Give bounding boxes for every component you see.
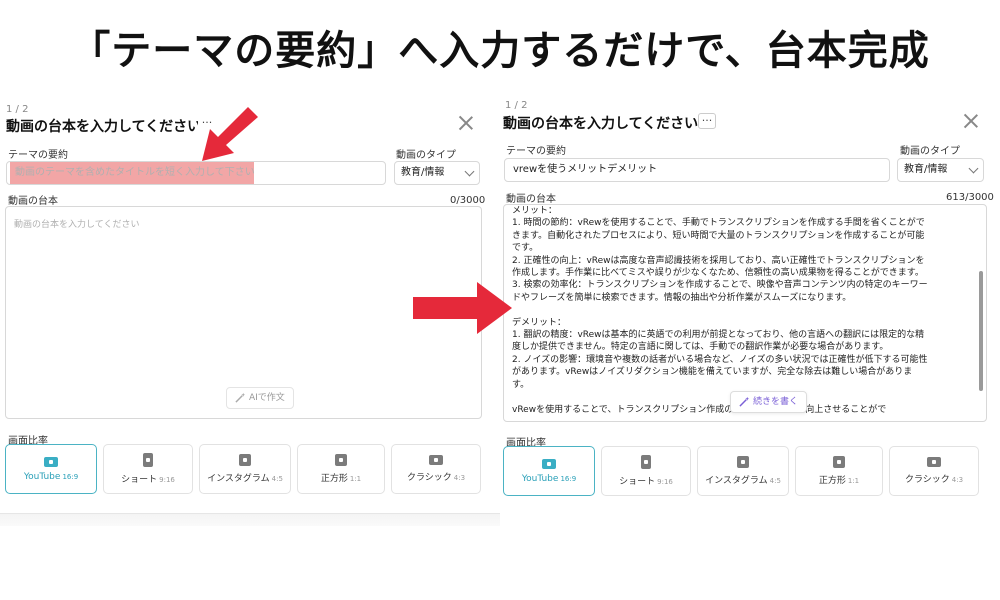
ratio-name: YouTube — [521, 473, 559, 484]
ai-write-button[interactable]: AIで作文 — [226, 387, 294, 409]
dialog-filled: 1 / 2 動画の台本を入力してください ··· テーマの要約 vrewを使うメ… — [500, 96, 1000, 526]
right-arrow-icon — [413, 282, 512, 334]
more-options-button[interactable]: ··· — [698, 113, 716, 129]
square-icon — [335, 454, 347, 466]
ratio-aspect: 16:9 — [560, 474, 577, 483]
step-indicator: 1 / 2 — [505, 100, 528, 111]
magic-wand-icon — [235, 392, 246, 403]
script-line: 2. ノイズの影響：環境音や複数の話者がいる場合など、ノイズの多い状況では正確性… — [512, 354, 928, 365]
ratio-option-youtube[interactable]: YouTube 16:9 — [503, 446, 595, 496]
ratio-name: インスタグラム — [705, 476, 768, 486]
script-label: 動画の台本 — [506, 194, 556, 205]
script-textarea[interactable]: 動画の台本を入力してください AIで作文 — [5, 206, 482, 419]
ratio-option-instagram[interactable]: インスタグラム 4:5 — [199, 444, 291, 494]
script-placeholder: 動画の台本を入力してください — [14, 220, 140, 230]
dialog-title: 動画の台本を入力してください — [503, 116, 699, 132]
ratio-name: YouTube — [23, 471, 61, 482]
ratio-option-square[interactable]: 正方形 1:1 — [795, 446, 883, 496]
shorts-icon — [143, 453, 153, 467]
chevron-down-icon — [464, 166, 475, 177]
instagram-icon — [239, 454, 251, 466]
script-line: デメリット： — [512, 317, 567, 328]
magic-wand-icon — [739, 396, 750, 407]
ratio-aspect: 1:1 — [847, 477, 860, 485]
ratio-option-instagram[interactable]: インスタグラム 4:5 — [697, 446, 789, 496]
video-type-label: 動画のタイプ — [900, 146, 960, 157]
ratio-option-shorts[interactable]: ショート 9:16 — [103, 444, 193, 494]
theme-value: vrewを使うメリットデメリット — [513, 164, 658, 175]
video-type-select[interactable]: 教育/情報 — [897, 158, 984, 182]
ratio-name: 正方形 — [818, 476, 846, 486]
chevron-down-icon — [968, 163, 979, 174]
theme-label: テーマの要約 — [8, 150, 68, 161]
ratio-option-youtube[interactable]: YouTube 16:9 — [5, 444, 97, 494]
ratio-options: YouTube 16:9 ショート 9:16 インスタグラム 4:5 正方形 1:1 クラシック… — [503, 446, 979, 496]
headline: 「テーマの要約」へ入力するだけで、台本完成 — [70, 28, 930, 74]
script-textarea[interactable]: メリット： 1. 時間の節約：vRewを使用することで、手動でトランスクリプション… — [503, 204, 987, 422]
ratio-name: 正方形 — [320, 474, 348, 484]
ratio-aspect: 1:1 — [349, 475, 362, 483]
ratio-option-classic[interactable]: クラシック 4:3 — [391, 444, 481, 494]
script-content: メリット： 1. 時間の節約：vRewを使用することで、手動でトランスクリプション… — [512, 205, 974, 416]
shorts-icon — [641, 455, 651, 469]
classic-icon — [429, 455, 443, 465]
ratio-option-shorts[interactable]: ショート 9:16 — [601, 446, 691, 496]
scrollbar[interactable] — [979, 271, 983, 391]
video-type-label: 動画のタイプ — [396, 150, 456, 161]
dialog-title: 動画の台本を入力してください — [6, 119, 202, 135]
classic-icon — [927, 457, 941, 467]
ratio-aspect: 9:16 — [159, 476, 175, 484]
theme-placeholder: 動画のテーマを含めたタイトルを短く入力して下さい — [15, 167, 255, 178]
ratio-options: YouTube 16:9 ショート 9:16 インスタグラム 4:5 正方形 1:1 クラシック… — [5, 444, 481, 494]
theme-input[interactable]: vrewを使うメリットデメリット — [504, 158, 890, 182]
ratio-aspect: 9:16 — [657, 478, 673, 486]
script-line: 作成します。手作業に比べてミスや誤りが少なくなため、信頼性の高い成果物を得ること… — [512, 268, 924, 279]
script-line: す。 — [512, 379, 530, 390]
script-line: 3. 検索の効率化：トランスクリプションを作成することで、映像や音声コンテンツ内… — [512, 280, 928, 291]
ratio-name: ショート — [121, 475, 158, 485]
char-counter: 0/3000 — [450, 195, 486, 206]
diagonal-arrow-icon — [202, 107, 258, 161]
ratio-name: クラシック — [904, 475, 950, 485]
continue-writing-button[interactable]: 続きを書く — [730, 391, 808, 413]
script-line: 度しか提供できません。特定の言語に関しては、手動での翻訳作業が必要な場合がありま… — [512, 342, 889, 353]
script-line: 2. 正確性の向上：vRewは高度な音声認識技術を採用しており、高い正確性でトラ… — [512, 255, 925, 266]
char-counter: 613/3000 — [946, 192, 994, 203]
close-icon[interactable] — [960, 110, 982, 132]
script-line: ドやフレーズを簡単に検索できます。情報の抽出や分析作業がスムーズになります。 — [512, 292, 852, 303]
script-line: です。 — [512, 243, 539, 254]
youtube-icon — [542, 458, 556, 469]
instagram-icon — [737, 456, 749, 468]
youtube-icon — [44, 456, 58, 467]
ratio-option-square[interactable]: 正方形 1:1 — [297, 444, 385, 494]
ratio-aspect: 4:5 — [271, 475, 283, 483]
script-line: 1. 時間の節約：vRewを使用することで、手動でトランスクリプションを作成する… — [512, 218, 925, 229]
ratio-aspect: 16:9 — [62, 472, 79, 481]
theme-label: テーマの要約 — [506, 146, 566, 157]
ratio-aspect: 4:3 — [951, 476, 964, 484]
ratio-aspect: 4:3 — [453, 474, 466, 482]
square-icon — [833, 456, 845, 468]
video-type-value: 教育/情報 — [904, 164, 948, 175]
script-line: きます。自動化されたプロセスにより、短い時間で大量のトランスクリプションを作成す… — [512, 230, 925, 241]
script-line: 1. 翻訳の精度：vRewは基本的に英語での利用が前提となっており、他の言語への… — [512, 330, 925, 341]
close-icon[interactable] — [455, 112, 477, 134]
script-label: 動画の台本 — [8, 196, 58, 207]
script-line: があります。vRewはノイズリダクション機能を備えていますが、完全な除去は難しい… — [512, 367, 913, 378]
step-indicator: 1 / 2 — [6, 104, 29, 115]
video-type-value: 教育/情報 — [401, 167, 445, 178]
ratio-option-classic[interactable]: クラシック 4:3 — [889, 446, 979, 496]
ratio-aspect: 4:5 — [769, 477, 781, 485]
ratio-name: インスタグラム — [207, 474, 270, 484]
script-line: メリット： — [512, 206, 558, 216]
video-type-select[interactable]: 教育/情報 — [394, 161, 480, 185]
script-line — [512, 304, 974, 316]
ratio-name: クラシック — [406, 473, 452, 483]
ratio-name: ショート — [619, 477, 656, 487]
